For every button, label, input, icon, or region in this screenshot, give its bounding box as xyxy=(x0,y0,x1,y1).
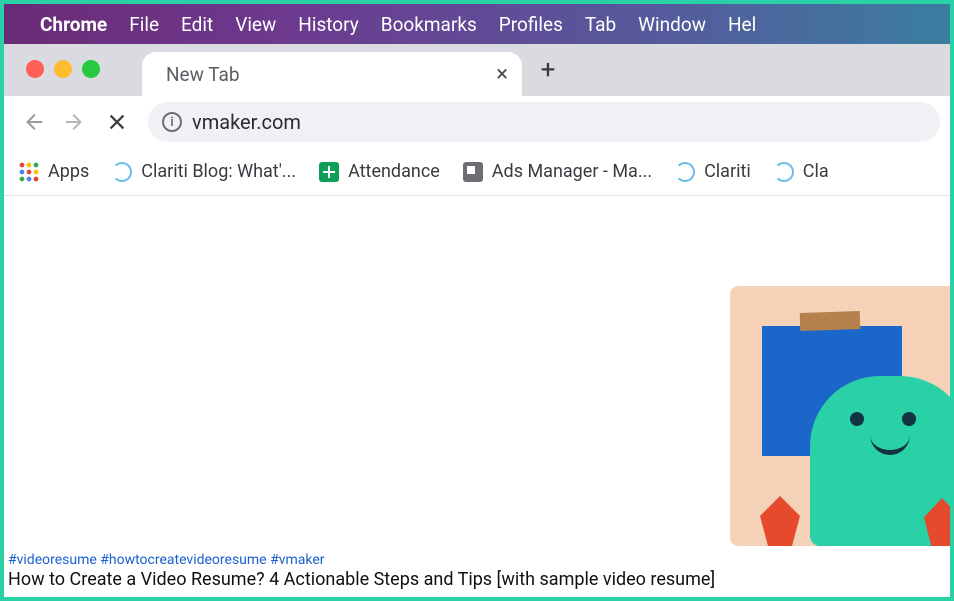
nav-stop-button[interactable] xyxy=(98,103,136,141)
browser-tab[interactable]: New Tab × xyxy=(142,52,522,96)
bookmark-clariti-blog[interactable]: Clariti Blog: What'... xyxy=(111,161,296,183)
page-content xyxy=(4,196,950,551)
menubar-tab[interactable]: Tab xyxy=(585,13,616,36)
apps-grid-icon xyxy=(18,161,40,183)
google-sheets-icon xyxy=(319,162,339,182)
tab-close-icon[interactable]: × xyxy=(496,62,508,87)
menubar-file[interactable]: File xyxy=(129,13,159,36)
video-caption-strip: #videoresume #howtocreatevideoresume #vm… xyxy=(8,547,946,593)
window-minimize-button[interactable] xyxy=(54,60,72,78)
new-tab-button[interactable]: + xyxy=(528,55,568,85)
bookmark-ads-manager[interactable]: Ads Manager - Ma... xyxy=(462,161,652,183)
clariti-icon xyxy=(675,162,695,182)
video-hashtags[interactable]: #videoresume #howtocreatevideoresume #vm… xyxy=(8,552,946,568)
bookmark-label: Clariti Blog: What'... xyxy=(141,161,296,182)
window-close-button[interactable] xyxy=(26,60,44,78)
site-info-icon[interactable]: i xyxy=(162,112,182,132)
bookmark-label: Cla xyxy=(803,161,829,182)
close-icon xyxy=(106,111,128,133)
nav-forward-button[interactable] xyxy=(56,103,94,141)
video-title: How to Create a Video Resume? 4 Actionab… xyxy=(8,569,946,590)
window-controls xyxy=(26,60,100,78)
arrow-left-icon xyxy=(22,111,44,133)
menubar-edit[interactable]: Edit xyxy=(181,13,213,36)
bookmarks-bar: Apps Clariti Blog: What'... Attendance A… xyxy=(4,148,950,196)
menubar-help[interactable]: Hel xyxy=(728,13,756,36)
nav-back-button[interactable] xyxy=(14,103,52,141)
address-bar[interactable]: i vmaker.com xyxy=(148,102,940,142)
menubar-view[interactable]: View xyxy=(235,13,276,36)
bookmark-label: Apps xyxy=(48,161,89,182)
bookmark-clariti[interactable]: Clariti xyxy=(674,161,751,183)
ads-manager-icon xyxy=(463,162,483,182)
arrow-right-icon xyxy=(64,111,86,133)
macos-menubar: Chrome File Edit View History Bookmarks … xyxy=(4,4,950,44)
browser-toolbar: i vmaker.com xyxy=(4,96,950,148)
clariti-icon xyxy=(774,162,794,182)
menubar-profiles[interactable]: Profiles xyxy=(499,13,563,36)
menubar-appname[interactable]: Chrome xyxy=(40,13,107,36)
menubar-history[interactable]: History xyxy=(298,13,358,36)
bookmark-label: Clariti xyxy=(704,161,751,182)
bookmark-attendance[interactable]: Attendance xyxy=(318,161,440,183)
google-doodle-illustration xyxy=(730,286,950,546)
bookmark-clariti-cut[interactable]: Cla xyxy=(773,161,829,183)
menubar-window[interactable]: Window xyxy=(638,13,706,36)
bookmark-label: Ads Manager - Ma... xyxy=(492,161,652,182)
bookmark-label: Attendance xyxy=(348,161,440,182)
tab-title: New Tab xyxy=(166,63,240,86)
window-zoom-button[interactable] xyxy=(82,60,100,78)
menubar-bookmarks[interactable]: Bookmarks xyxy=(381,13,477,36)
browser-tabstrip: New Tab × + xyxy=(4,44,950,96)
bookmark-apps[interactable]: Apps xyxy=(18,161,89,183)
clariti-icon xyxy=(112,162,132,182)
address-url: vmaker.com xyxy=(192,110,301,134)
